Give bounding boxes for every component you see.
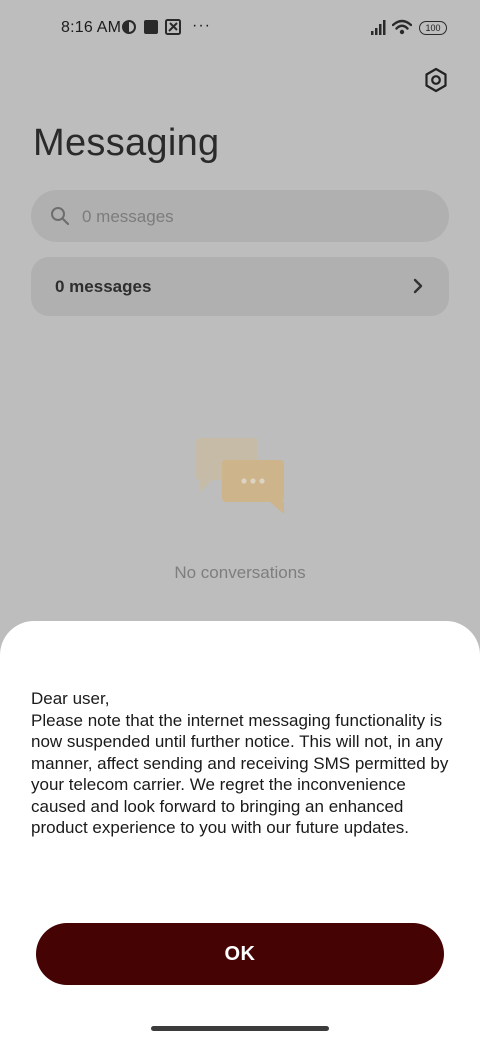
messages-row-label: 0 messages xyxy=(55,277,152,296)
search-placeholder: 0 messages xyxy=(82,207,174,226)
settings-gear-icon xyxy=(425,67,447,93)
data-saver-icon xyxy=(122,20,136,34)
status-time: 8:16 AM xyxy=(61,19,122,36)
empty-state-text: No conversations xyxy=(174,563,306,582)
wifi-icon xyxy=(392,19,412,35)
settings-button[interactable] xyxy=(420,64,452,96)
dialog-message: Dear user, Please note that the internet… xyxy=(31,689,449,837)
empty-conversations-icon xyxy=(196,438,284,514)
search-bar[interactable]: 0 messages xyxy=(31,190,449,242)
page-title: Messaging xyxy=(33,122,220,164)
chevron-right-icon xyxy=(413,278,423,294)
search-icon xyxy=(51,207,70,226)
battery-icon: 100 xyxy=(419,21,447,35)
home-indicator[interactable] xyxy=(151,1026,329,1031)
app-notification-icon xyxy=(144,20,158,34)
notice-dialog: Dear user, Please note that the internet… xyxy=(0,621,480,1040)
screenshot-notification-icon xyxy=(165,19,181,35)
more-notifications-icon: ··· xyxy=(192,17,211,34)
status-bar: 8:16 AM ··· 100 xyxy=(0,0,480,56)
ok-button[interactable]: OK xyxy=(36,923,444,985)
messages-row[interactable]: 0 messages xyxy=(31,257,449,316)
cellular-signal-icon xyxy=(371,20,386,35)
